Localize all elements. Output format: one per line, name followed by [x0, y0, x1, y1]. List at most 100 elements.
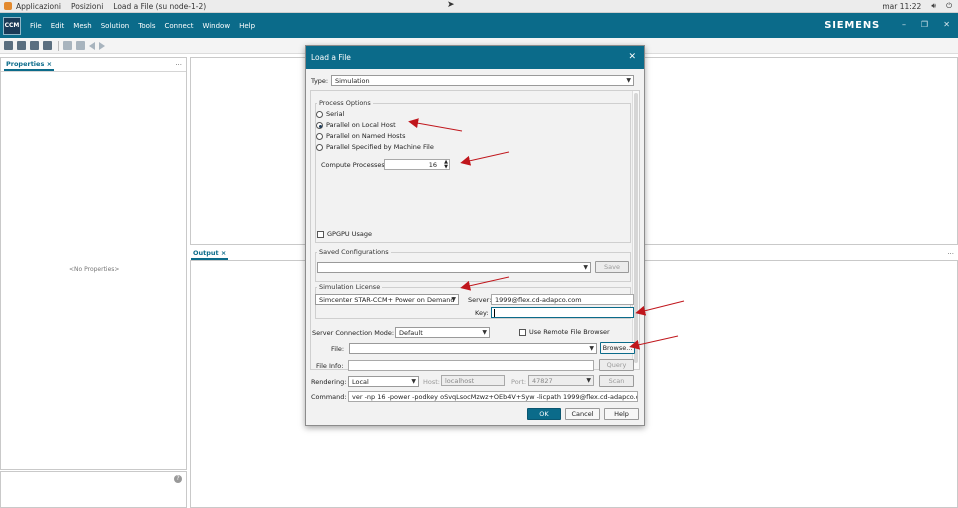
rendering-dropdown[interactable]: Local ▼: [348, 376, 419, 387]
clock[interactable]: mar 11:22: [882, 2, 921, 11]
menu-tools[interactable]: Tools: [138, 22, 155, 30]
radio-parallel-named[interactable]: [316, 133, 323, 140]
host-field[interactable]: localhost: [441, 375, 505, 386]
command-field[interactable]: ver -np 16 -power -podkey oSvqLsocMzwz+O…: [348, 391, 638, 402]
help-icon[interactable]: ?: [174, 475, 182, 483]
chevron-down-icon: ▼: [589, 345, 594, 352]
options-scroll-area: Process Options Serial Parallel on Local…: [310, 90, 640, 370]
menu-help[interactable]: Help: [239, 22, 255, 30]
mouse-cursor-icon: ➤: [447, 0, 455, 10]
properties-collapse[interactable]: ...: [175, 59, 182, 67]
radio-parallel-named-label: Parallel on Named Hosts: [326, 132, 406, 140]
properties-panel: Properties × ... <No Properties>: [0, 57, 187, 470]
menu-window[interactable]: Window: [202, 22, 230, 30]
chevron-down-icon: ▼: [583, 264, 588, 271]
dialog-close-button[interactable]: ✕: [628, 52, 636, 62]
window-close-button[interactable]: ✕: [943, 20, 950, 29]
chevron-down-icon: ▼: [411, 378, 416, 385]
save-icon[interactable]: [30, 41, 39, 50]
help-button[interactable]: Help: [604, 408, 639, 420]
compute-processes-spinner[interactable]: 16 ▲ ▼: [384, 159, 450, 170]
forward-arrow-icon[interactable]: [99, 41, 105, 50]
radio-parallel-machine-file[interactable]: [316, 144, 323, 151]
tab-output[interactable]: Output ×: [191, 249, 229, 260]
new-simulation-icon[interactable]: [4, 41, 13, 50]
command-label: Command:: [311, 393, 347, 401]
restore-button[interactable]: ❐: [921, 20, 928, 29]
license-dropdown[interactable]: Simcenter STAR-CCM+ Power on Demand ▼: [315, 294, 459, 305]
gpgpu-checkbox[interactable]: [317, 231, 324, 238]
file-info-label: File Info:: [316, 362, 344, 370]
system-top-bar: Applicazioni Posizioni Load a File (su n…: [0, 0, 958, 13]
compute-processes-value: 16: [428, 160, 437, 169]
cancel-button[interactable]: Cancel: [565, 408, 600, 420]
use-remote-browser-label: Use Remote File Browser: [529, 328, 610, 336]
radio-parallel-machine-file-label: Parallel Specified by Machine File: [326, 143, 434, 151]
chevron-down-icon: ▼: [482, 329, 487, 336]
file-info-field[interactable]: [348, 360, 594, 371]
scan-button[interactable]: Scan: [599, 375, 634, 387]
browse-button[interactable]: Browse...: [600, 342, 635, 354]
no-properties-text: <No Properties>: [69, 266, 120, 273]
key-label: Key:: [475, 309, 489, 317]
radio-parallel-local[interactable]: [316, 122, 323, 129]
applications-menu[interactable]: Applicazioni: [16, 2, 61, 11]
copy-icon[interactable]: [63, 41, 72, 50]
saved-configurations-dropdown[interactable]: ▼: [317, 262, 591, 273]
paste-icon[interactable]: [76, 41, 85, 50]
spinner-arrows-icon[interactable]: ▲ ▼: [444, 160, 448, 170]
scrollbar[interactable]: [632, 91, 639, 369]
server-field[interactable]: 1999@flex.cd-adapco.com: [491, 294, 634, 305]
query-button[interactable]: Query: [599, 359, 634, 371]
port-label: Port:: [511, 378, 527, 386]
menu-file[interactable]: File: [30, 22, 42, 30]
open-file-icon[interactable]: [17, 41, 26, 50]
divider: [1, 71, 186, 72]
saved-configurations-label: Saved Configurations: [317, 248, 391, 256]
type-label: Type:: [311, 77, 329, 85]
menu-connect[interactable]: Connect: [165, 22, 194, 30]
chevron-down-icon: ▼: [451, 296, 456, 303]
save-configuration-button[interactable]: Save: [595, 261, 629, 273]
applications-icon: [4, 2, 12, 10]
siemens-logo: SIEMENS: [824, 20, 880, 31]
volume-icon[interactable]: 🔊︎: [931, 1, 936, 11]
chevron-down-icon: ▼: [626, 77, 631, 84]
host-label: Host:: [423, 378, 440, 386]
tab-properties[interactable]: Properties ×: [4, 60, 55, 71]
places-menu[interactable]: Posizioni: [71, 2, 103, 11]
back-arrow-icon[interactable]: [89, 41, 95, 50]
port-dropdown[interactable]: 47827 ▼: [528, 375, 594, 386]
minimize-button[interactable]: –: [902, 20, 906, 29]
rendering-label: Rendering:: [311, 378, 347, 386]
type-dropdown[interactable]: Simulation ▼: [331, 75, 634, 86]
text-cursor: [494, 309, 495, 317]
file-dropdown[interactable]: ▼: [349, 343, 597, 354]
chevron-down-icon: ▼: [586, 377, 591, 384]
power-icon[interactable]: ⏻: [946, 1, 952, 11]
radio-serial[interactable]: [316, 111, 323, 118]
scrollbar-thumb[interactable]: [634, 93, 638, 363]
file-label: File:: [331, 345, 345, 353]
compute-processes-label: Compute Processes:: [321, 161, 387, 169]
server-label: Server:: [468, 296, 492, 304]
menu-mesh[interactable]: Mesh: [73, 22, 91, 30]
rendering-value: Local: [352, 377, 369, 386]
ok-button[interactable]: OK: [527, 408, 561, 420]
use-remote-browser-checkbox[interactable]: [519, 329, 526, 336]
license-value: Simcenter STAR-CCM+ Power on Demand: [319, 295, 455, 304]
process-options-label: Process Options: [317, 99, 373, 107]
dialog-title: Load a File: [311, 53, 351, 62]
menu-solution[interactable]: Solution: [101, 22, 130, 30]
server-connection-mode-value: Default: [399, 328, 423, 337]
description-panel: ?: [0, 471, 187, 508]
radio-serial-label: Serial: [326, 110, 345, 118]
output-collapse[interactable]: ...: [947, 248, 954, 256]
key-field[interactable]: [491, 307, 634, 318]
port-value: 47827: [532, 376, 553, 385]
save-as-icon[interactable]: [43, 41, 52, 50]
type-dropdown-value: Simulation: [335, 76, 370, 85]
server-connection-mode-dropdown[interactable]: Default ▼: [395, 327, 490, 338]
menu-edit[interactable]: Edit: [51, 22, 65, 30]
active-window-title[interactable]: Load a File (su node-1-2): [113, 2, 206, 11]
